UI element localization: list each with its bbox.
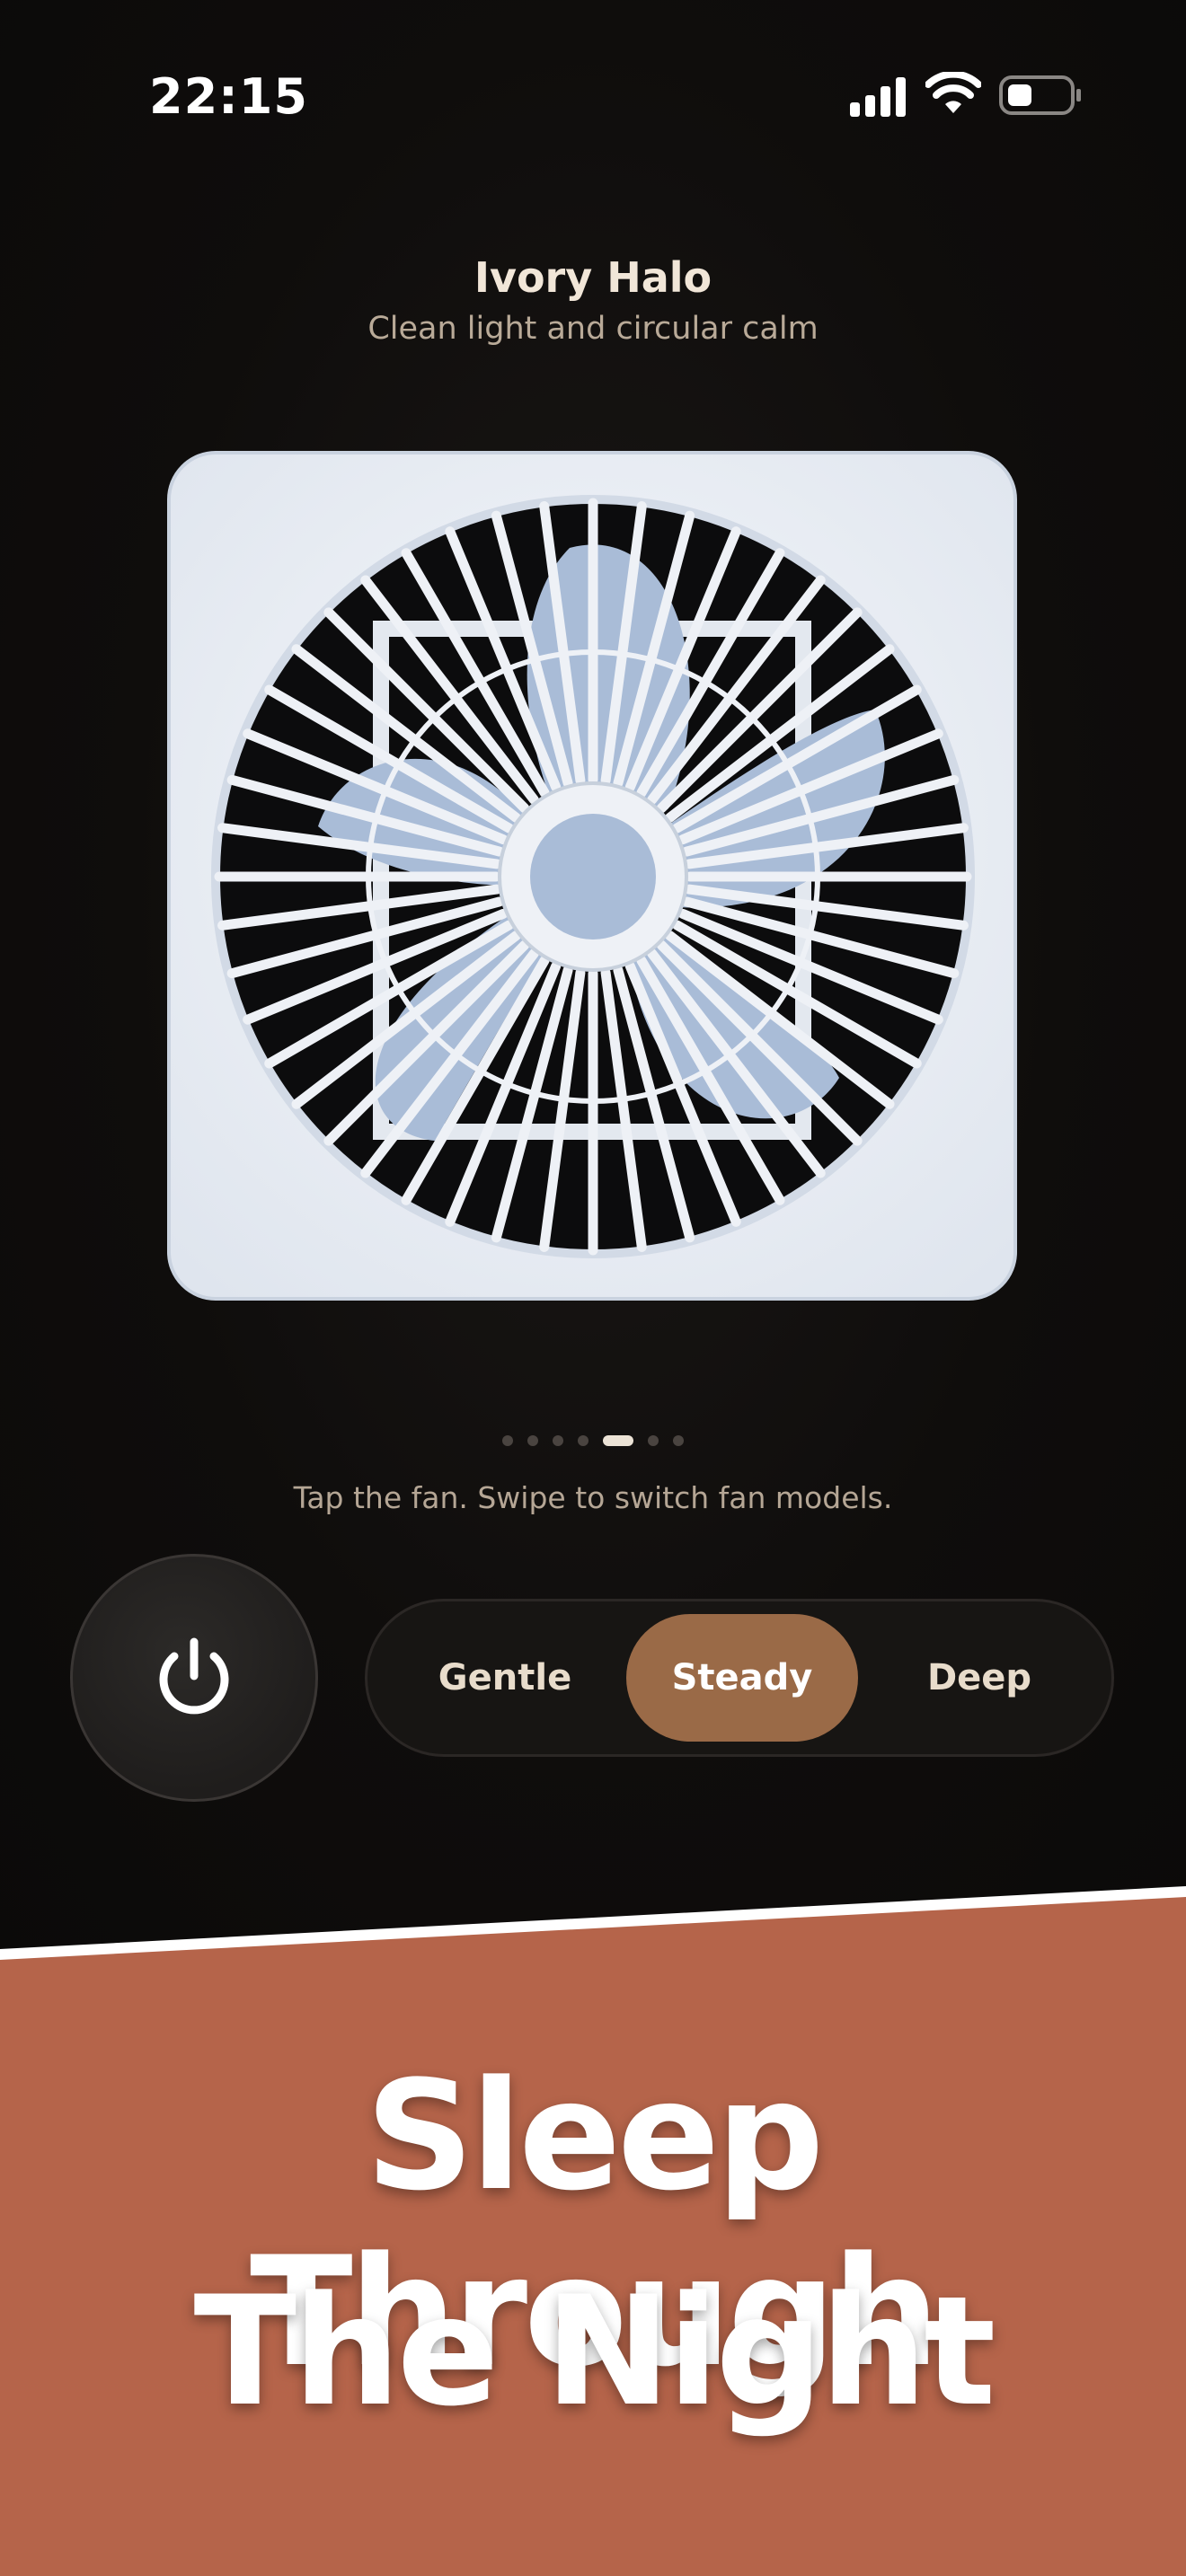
- wifi-icon: [925, 72, 981, 113]
- pager-dot[interactable]: [553, 1435, 563, 1446]
- pager-dot[interactable]: [578, 1435, 589, 1446]
- promo-headline-line2: The Night: [193, 2263, 996, 2439]
- speed-deep-button[interactable]: Deep: [863, 1614, 1095, 1742]
- battery-icon: [999, 75, 1081, 115]
- power-icon: [159, 1637, 229, 1715]
- usage-hint: Tap the fan. Swipe to switch fan models.: [293, 1480, 893, 1515]
- box-fan-icon: [167, 451, 1017, 1301]
- power-button[interactable]: [70, 1554, 318, 1802]
- fan-model-subtitle: Clean light and circular calm: [367, 311, 819, 347]
- pager-dot[interactable]: [673, 1435, 684, 1446]
- status-time: 22:15: [149, 68, 308, 125]
- pager-dot-active[interactable]: [603, 1435, 633, 1446]
- fan-model-pager[interactable]: [0, 1432, 1186, 1450]
- app-screen: 22:15 Ivory Halo Clean light and circula…: [0, 0, 1186, 1976]
- pager-dot[interactable]: [527, 1435, 538, 1446]
- speed-selector: Gentle Steady Deep: [365, 1599, 1114, 1757]
- fan-model-title: Ivory Halo: [474, 253, 712, 302]
- speed-steady-button[interactable]: Steady: [626, 1614, 858, 1742]
- pager-dot[interactable]: [648, 1435, 659, 1446]
- speed-gentle-button[interactable]: Gentle: [389, 1614, 621, 1742]
- fan-illustration[interactable]: [165, 449, 1019, 1302]
- cellular-signal-icon: [850, 77, 906, 117]
- pager-dot[interactable]: [502, 1435, 513, 1446]
